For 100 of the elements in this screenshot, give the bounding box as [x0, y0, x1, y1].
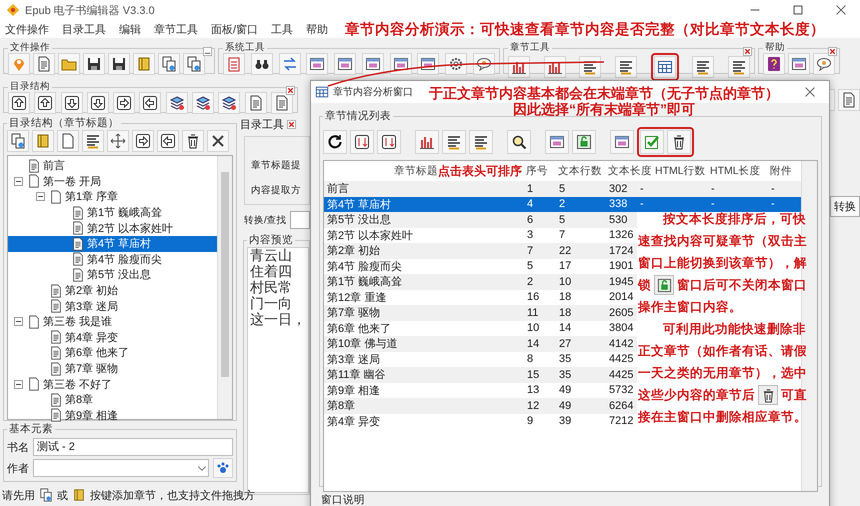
table-row[interactable]: 第4章 异变 9 39 7212: [324, 414, 637, 429]
tree-row[interactable]: 第4节 草庙村: [8, 236, 217, 252]
menu-item[interactable]: 目录工具: [62, 22, 106, 36]
speech-bubble-icon[interactable]: [472, 53, 495, 75]
table-row[interactable]: 第4节 脸瘦而尖 5 17 1901: [324, 258, 637, 274]
document-icon[interactable]: [838, 89, 860, 111]
table-row[interactable]: 第6章 他来了 10 14 3804: [324, 320, 637, 336]
window-icon[interactable]: [334, 53, 356, 75]
layers-icon[interactable]: [218, 92, 240, 114]
tree-row[interactable]: 第1章 序章: [8, 189, 217, 205]
arrow-up-icon[interactable]: [34, 92, 56, 114]
tree-row[interactable]: 第三卷 我是谁: [8, 314, 217, 330]
arrow-left-icon[interactable]: [139, 92, 162, 114]
tree-row[interactable]: 第2节 以本家姓叶: [8, 220, 217, 236]
tools-icon[interactable]: [207, 130, 229, 152]
swap-arrows-icon[interactable]: [278, 53, 301, 75]
tree-row[interactable]: 第6章 他来了: [8, 345, 217, 361]
bar-chart-icon[interactable]: [508, 56, 530, 78]
tree-item[interactable]: 第1节 巍峨高耸: [87, 205, 162, 220]
dropdown-field[interactable]: [33, 459, 209, 477]
tree-item[interactable]: 第7章 驱物: [65, 361, 118, 376]
trash-icon[interactable]: [182, 130, 204, 152]
tree-item[interactable]: 第4节 脸瘦而尖: [87, 252, 162, 267]
pages-icon[interactable]: [7, 130, 29, 152]
bar-chart-icon[interactable]: [544, 56, 566, 78]
padlock-icon[interactable]: [572, 130, 596, 154]
tree-item[interactable]: 第三卷 不好了: [43, 376, 112, 392]
menu-item[interactable]: 文件操作: [5, 22, 49, 36]
column-header[interactable]: 章节标题: [394, 164, 438, 178]
window-icon[interactable]: [417, 53, 440, 75]
tree-row[interactable]: 第8章: [8, 392, 217, 408]
collapse-icon[interactable]: [14, 380, 23, 389]
document-icon[interactable]: [244, 92, 267, 114]
bar-chart-icon[interactable]: [415, 130, 439, 154]
tree-item[interactable]: 第5节 没出息: [87, 267, 152, 282]
close-icon[interactable]: [287, 120, 296, 129]
column-header[interactable]: HTML行数: [653, 164, 708, 178]
layers-icon[interactable]: [192, 92, 214, 114]
book-icon[interactable]: [133, 53, 155, 75]
tree-item[interactable]: 第1章 序章: [65, 189, 118, 204]
window-icon[interactable]: [545, 130, 569, 154]
list-icon[interactable]: [442, 130, 466, 154]
book-icon[interactable]: [32, 130, 54, 152]
list-icon[interactable]: [82, 130, 104, 152]
collapse-icon[interactable]: [14, 176, 23, 186]
tree-row[interactable]: 前言: [8, 158, 217, 174]
sort-icon[interactable]: [377, 130, 401, 154]
sort-icon[interactable]: [350, 130, 374, 154]
column-header[interactable]: 文本长度: [606, 164, 653, 178]
move-icon[interactable]: [107, 130, 129, 152]
list-icon[interactable]: [579, 56, 602, 78]
tree-item[interactable]: 第8章: [65, 392, 94, 408]
pages-icon[interactable]: [183, 53, 205, 75]
column-header[interactable]: 序号: [524, 164, 556, 178]
table-row[interactable]: 第10章 佛与道 14 27 4142: [324, 336, 637, 352]
column-header[interactable]: HTML长度: [708, 164, 768, 178]
tree-row[interactable]: 第3章 迷局: [8, 298, 217, 314]
table-row[interactable]: 第2章 初始 7 22 1724: [324, 243, 637, 258]
tree-row[interactable]: 第4节 脸瘦而尖: [8, 252, 217, 268]
menu-item[interactable]: 面板/窗口: [211, 22, 258, 36]
tree-row[interactable]: 第2章 初始: [8, 282, 217, 298]
tree-item[interactable]: 第9章 相逢: [65, 408, 118, 423]
pages-icon[interactable]: [158, 53, 180, 75]
tree-row[interactable]: 第7章 驱物: [8, 360, 217, 376]
table-row[interactable]: 第3章 迷局 8 35 4425: [324, 352, 637, 367]
settings-icon[interactable]: [445, 53, 468, 75]
arrow-right-icon[interactable]: [113, 92, 136, 114]
table-row[interactable]: 第2节 以本家姓叶 3 7 1326: [324, 228, 637, 243]
table-row[interactable]: 第4节 草庙村 4 2 338 - - -: [324, 196, 801, 212]
save-icon[interactable]: [83, 53, 105, 75]
close-icon[interactable]: [286, 86, 295, 95]
column-header[interactable]: 附件: [768, 164, 801, 178]
dropdown-field[interactable]: [290, 211, 310, 229]
arrow-left-icon[interactable]: [157, 130, 179, 152]
tree-row[interactable]: 第三卷 不好了: [8, 376, 217, 392]
menu-item[interactable]: 编辑: [119, 22, 141, 36]
speech-bubble-icon[interactable]: [813, 53, 835, 75]
window-icon[interactable]: [306, 53, 328, 75]
list-icon[interactable]: [728, 56, 750, 78]
refresh-icon[interactable]: [323, 130, 347, 154]
binoculars-icon[interactable]: [250, 53, 273, 75]
list-icon[interactable]: [469, 130, 493, 154]
window-icon[interactable]: [788, 53, 810, 75]
minimize-icon[interactable]: [203, 47, 212, 56]
table-row[interactable]: 第8章 12 49 6264: [324, 398, 637, 414]
table-row[interactable]: 第5节 没出息 6 5 530: [324, 212, 637, 228]
close-icon[interactable]: [803, 85, 817, 99]
menu-item[interactable]: 工具: [271, 22, 294, 36]
tree-item[interactable]: 第6章 他来了: [65, 345, 130, 360]
close-icon[interactable]: [828, 47, 837, 56]
close-icon[interactable]: [834, 3, 848, 17]
tree-row[interactable]: 第5节 没出息: [8, 267, 217, 283]
window-icon[interactable]: [362, 53, 384, 75]
arrow-right-icon[interactable]: [132, 130, 154, 152]
document-icon[interactable]: [270, 92, 293, 114]
clipboard-icon[interactable]: [223, 53, 245, 75]
tree-item[interactable]: 第2章 初始: [65, 283, 118, 298]
table-row[interactable]: 第1节 巍峨高耸 2 10 1945: [324, 274, 637, 290]
paw-icon[interactable]: [213, 458, 233, 478]
tree-row[interactable]: 第9章 相逢: [8, 408, 217, 424]
